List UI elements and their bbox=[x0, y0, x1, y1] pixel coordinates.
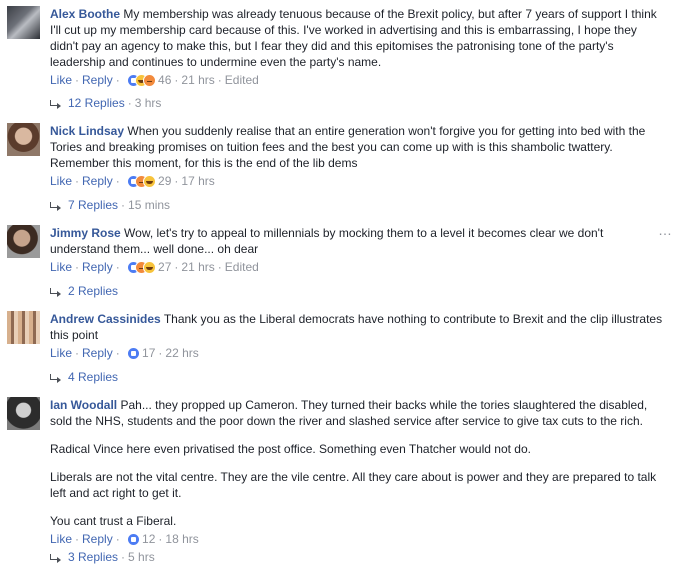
avatar[interactable] bbox=[7, 225, 40, 258]
reaction-count[interactable]: 12 bbox=[142, 532, 155, 546]
reactions[interactable] bbox=[127, 532, 141, 547]
reaction-count[interactable]: 27 bbox=[158, 260, 171, 274]
like-button[interactable]: Like bbox=[50, 346, 72, 360]
replies-count[interactable]: 2 Replies bbox=[68, 284, 118, 298]
comment-content: Nick Lindsay When you suddenly realise t… bbox=[50, 123, 665, 190]
comment-actions: Like · Reply · 12 · 18 hrs bbox=[50, 532, 199, 547]
avatar[interactable] bbox=[7, 123, 40, 156]
more-options-icon[interactable]: … bbox=[658, 222, 673, 238]
comment-author[interactable]: Andrew Cassinides bbox=[50, 312, 161, 326]
reply-arrow-icon bbox=[50, 553, 61, 563]
comment-actions: Like · Reply · 27 · 21 hrs · Edited bbox=[50, 260, 259, 275]
timestamp[interactable]: 21 hrs bbox=[181, 73, 214, 87]
like-button[interactable]: Like bbox=[50, 260, 72, 274]
replies-time: 15 mins bbox=[128, 198, 171, 212]
reactions[interactable] bbox=[127, 346, 141, 361]
avatar[interactable] bbox=[7, 6, 40, 39]
comment-paragraph: Liberals are not the vital centre. They … bbox=[50, 470, 657, 500]
reply-button[interactable]: Reply bbox=[82, 532, 113, 546]
replies-count[interactable]: 12 Replies bbox=[68, 96, 125, 110]
comment-author[interactable]: Ian Woodall bbox=[50, 398, 117, 412]
comment-text: My membership was already tenuous becaus… bbox=[50, 7, 657, 69]
like-button[interactable]: Like bbox=[50, 174, 72, 188]
view-replies[interactable]: 3 Replies · 5 hrs bbox=[50, 549, 155, 565]
reply-button[interactable]: Reply bbox=[82, 73, 113, 87]
edited-label[interactable]: Edited bbox=[225, 73, 259, 87]
comment-content: Ian Woodall Pah... they propped up Camer… bbox=[50, 397, 665, 548]
reply-button[interactable]: Reply bbox=[82, 260, 113, 274]
reactions[interactable] bbox=[127, 174, 157, 189]
like-button[interactable]: Like bbox=[50, 532, 72, 546]
like-button[interactable]: Like bbox=[50, 73, 72, 87]
comment-actions: Like · Reply · 17 · 22 hrs bbox=[50, 346, 199, 361]
reactions[interactable] bbox=[127, 260, 157, 275]
replies-time: 5 hrs bbox=[128, 550, 155, 564]
view-replies[interactable]: 2 Replies bbox=[50, 283, 118, 299]
comment-paragraph: Radical Vince here even privatised the p… bbox=[50, 442, 531, 456]
comment-actions: Like · Reply · 46 · 21 hrs · Edited bbox=[50, 73, 259, 88]
comment-content: Jimmy Rose Wow, let's try to appeal to m… bbox=[50, 225, 665, 276]
reply-arrow-icon bbox=[50, 201, 61, 211]
timestamp[interactable]: 17 hrs bbox=[181, 174, 214, 188]
avatar[interactable] bbox=[7, 311, 40, 344]
comment-author[interactable]: Jimmy Rose bbox=[50, 226, 121, 240]
timestamp[interactable]: 21 hrs bbox=[181, 260, 214, 274]
reply-arrow-icon bbox=[50, 373, 61, 383]
edited-label[interactable]: Edited bbox=[225, 260, 259, 274]
view-replies[interactable]: 12 Replies · 3 hrs bbox=[50, 95, 161, 111]
reply-arrow-icon bbox=[50, 287, 61, 297]
comment-content: Andrew Cassinides Thank you as the Liber… bbox=[50, 311, 665, 362]
replies-count[interactable]: 3 Replies bbox=[68, 550, 118, 564]
view-replies[interactable]: 7 Replies · 15 mins bbox=[50, 197, 170, 213]
like-icon bbox=[127, 532, 141, 546]
comment-text: When you suddenly realise that an entire… bbox=[50, 124, 646, 170]
like-icon bbox=[127, 346, 141, 360]
timestamp[interactable]: 22 hrs bbox=[165, 346, 198, 360]
reply-arrow-icon bbox=[50, 99, 61, 109]
angry-icon bbox=[143, 73, 157, 87]
haha-icon bbox=[143, 260, 157, 274]
replies-count[interactable]: 7 Replies bbox=[68, 198, 118, 212]
reaction-count[interactable]: 17 bbox=[142, 346, 155, 360]
timestamp[interactable]: 18 hrs bbox=[165, 532, 198, 546]
view-replies[interactable]: 4 Replies bbox=[50, 369, 118, 385]
replies-count[interactable]: 4 Replies bbox=[68, 370, 118, 384]
reply-button[interactable]: Reply bbox=[82, 346, 113, 360]
comment-actions: Like · Reply · 29 · 17 hrs bbox=[50, 174, 215, 189]
comment-author[interactable]: Nick Lindsay bbox=[50, 124, 124, 138]
reactions[interactable] bbox=[127, 73, 157, 88]
reaction-count[interactable]: 29 bbox=[158, 174, 171, 188]
reaction-count[interactable]: 46 bbox=[158, 73, 171, 87]
reply-button[interactable]: Reply bbox=[82, 174, 113, 188]
comment-text: Wow, let's try to appeal to millennials … bbox=[50, 226, 604, 256]
avatar[interactable] bbox=[7, 397, 40, 430]
replies-time: 3 hrs bbox=[134, 96, 162, 110]
comment-paragraph: You cant trust a Fiberal. bbox=[50, 514, 177, 528]
comment-author[interactable]: Alex Boothe bbox=[50, 7, 120, 21]
comment-text: Pah... they propped up Cameron. They tur… bbox=[50, 398, 648, 428]
comment-content: Alex Boothe My membership was already te… bbox=[50, 6, 665, 89]
haha-icon bbox=[143, 174, 157, 188]
